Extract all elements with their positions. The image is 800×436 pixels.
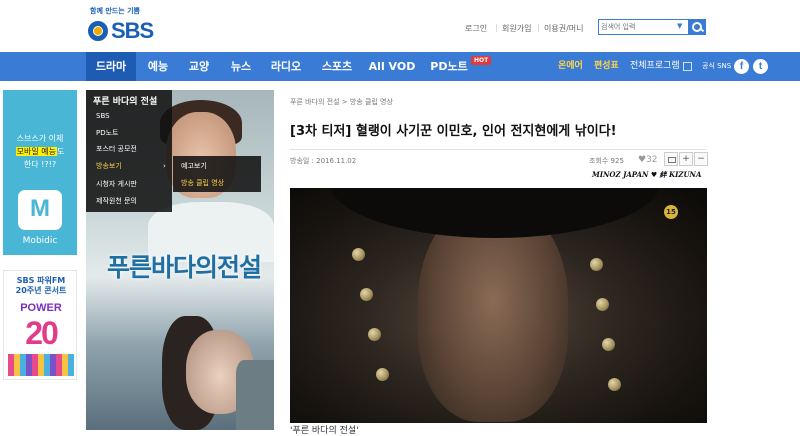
nav-item-news[interactable]: 뉴스 xyxy=(222,52,260,81)
mobidic-line-2: 모바일 예능도 xyxy=(3,145,77,158)
program-title[interactable]: 푸른 바다의 전설 xyxy=(93,94,157,107)
nav-item-pd-note[interactable]: PD노트 xyxy=(426,52,472,81)
page-title: [3차 티저] 혈랭이 사기꾼 이민호, 인어 전지현에게 낚이다! xyxy=(290,124,617,139)
main-nav: 드라마 예능 교양 뉴스 라디오 스포츠 All VOD PD노트 HOT 온에… xyxy=(0,52,800,81)
power-number: 20 xyxy=(25,315,59,351)
ticket-money-link[interactable]: 이용권/머니 xyxy=(537,23,583,34)
font-increase-button[interactable]: + xyxy=(679,152,693,166)
hat-bead xyxy=(608,378,621,391)
video-hat xyxy=(330,188,660,238)
mobidic-banner[interactable]: 스브스가 이제 모바일 예능도 한다 !?!? Mobidic xyxy=(3,90,77,255)
hat-bead xyxy=(376,368,389,381)
hat-bead xyxy=(352,248,365,261)
like-count: 32 xyxy=(646,155,658,165)
power-word: POWER xyxy=(20,302,62,314)
nav-item-entertainment[interactable]: 예능 xyxy=(139,52,177,81)
font-decrease-button[interactable]: − xyxy=(694,152,708,166)
hat-bead xyxy=(590,258,603,271)
power-fm-banner[interactable]: SBS 파워FM 20주년 콘서트 POWER 20 xyxy=(3,270,77,380)
power-fm-title: SBS 파워FM 20주년 콘서트 xyxy=(4,276,76,296)
submenu-preview[interactable]: 예고보기 xyxy=(181,161,207,171)
mobidic-logo-icon xyxy=(18,190,62,230)
power-line-2: 20주년 콘서트 xyxy=(15,286,67,295)
program-menu: 푸른 바다의 전설 SBS PD노트 포스터 공모전 방송보기 › 시청자 게시… xyxy=(86,90,172,212)
onair-link[interactable]: 온에어 xyxy=(558,52,583,81)
broadcast-date: 방송일 : 2016.11.02 xyxy=(290,157,357,165)
nav-item-drama[interactable]: 드라마 xyxy=(86,52,136,81)
search-input[interactable] xyxy=(601,21,683,33)
logo-slogan: 함께 만드는 기쁨 xyxy=(90,7,140,15)
hat-bead xyxy=(596,298,609,311)
program-menu-pd-note[interactable]: PD노트 xyxy=(96,128,119,138)
logo-text: SBS xyxy=(111,18,154,43)
search-icon[interactable] xyxy=(688,19,706,35)
nav-item-culture[interactable]: 교양 xyxy=(180,52,218,81)
nav-item-sports[interactable]: 스포츠 xyxy=(314,52,360,81)
heart-icon: ♥ xyxy=(638,155,647,165)
schedule-link[interactable]: 편성표 xyxy=(594,52,619,81)
nav-item-all-vod[interactable]: All VOD xyxy=(366,52,418,81)
site-header: 함께 만드는 기쁨 SBS 로그인 회원가입 이용권/머니 ▼ xyxy=(0,0,800,52)
twitter-icon[interactable]: t xyxy=(753,59,768,74)
sbs-logo[interactable]: 함께 만드는 기쁨 SBS xyxy=(86,6,166,46)
signup-link[interactable]: 회원가입 xyxy=(495,23,532,34)
mobidic-highlight: 모바일 예능 xyxy=(15,147,57,156)
chevron-right-icon: › xyxy=(163,162,166,170)
age-rating-badge: 15 xyxy=(664,205,678,219)
hot-badge: HOT xyxy=(471,56,492,65)
nav-item-radio[interactable]: 라디오 xyxy=(264,52,308,81)
submenu-clip-videos[interactable]: 방송 클립 영상 xyxy=(181,178,224,188)
mobidic-name: Mobidic xyxy=(22,236,58,246)
hat-bead xyxy=(360,288,373,301)
facebook-icon[interactable]: f xyxy=(734,59,749,74)
program-menu-viewer-board[interactable]: 시청자 게시판 xyxy=(96,179,137,189)
mobidic-copy: 스브스가 이제 모바일 예능도 한다 !?!? xyxy=(3,132,77,171)
divider xyxy=(290,149,707,150)
program-submenu: 예고보기 방송 클립 영상 xyxy=(173,156,261,192)
hat-bead xyxy=(368,328,381,341)
view-count: 조회수 925 xyxy=(589,157,624,165)
sns-label: 공식 SNS xyxy=(702,62,732,70)
program-menu-production-inquiry[interactable]: 제작원천 문의 xyxy=(96,196,137,206)
video-caption: '푸른 바다의 전설' xyxy=(290,426,359,436)
login-link[interactable]: 로그인 xyxy=(465,23,487,34)
mobidic-line-3: 한다 !?!? xyxy=(23,160,57,169)
program-menu-poster-contest[interactable]: 포스터 공모전 xyxy=(96,144,137,154)
like-button[interactable]: ♥32 xyxy=(638,155,658,165)
all-programs-link[interactable]: 전체프로그램 xyxy=(630,52,680,81)
mobidic-line-2-rest: 도 xyxy=(56,147,65,156)
expand-box-icon[interactable] xyxy=(683,62,692,71)
video-player[interactable]: 15 xyxy=(290,188,707,423)
breadcrumb[interactable]: 푸른 바다의 전설 > 방송 클립 영상 xyxy=(290,97,393,107)
piano-keys-graphic xyxy=(8,354,74,376)
program-menu-sbs[interactable]: SBS xyxy=(96,112,110,120)
sbs-eye-icon xyxy=(88,21,108,41)
poster-title: 푸른바다의전설 xyxy=(106,253,262,282)
chevron-down-icon[interactable]: ▼ xyxy=(677,22,682,30)
program-menu-watch[interactable]: 방송보기 xyxy=(96,161,122,171)
fan-watermark: MINOZ JAPAN ♥ 絆 KIZUNA xyxy=(592,170,702,179)
hat-bead xyxy=(602,338,615,351)
search-box: ▼ xyxy=(598,19,706,35)
power-line-1: SBS 파워FM xyxy=(16,276,66,285)
mobidic-line-1: 스브스가 이제 xyxy=(16,134,64,143)
poster-rock xyxy=(236,360,274,430)
print-icon[interactable] xyxy=(664,152,678,166)
